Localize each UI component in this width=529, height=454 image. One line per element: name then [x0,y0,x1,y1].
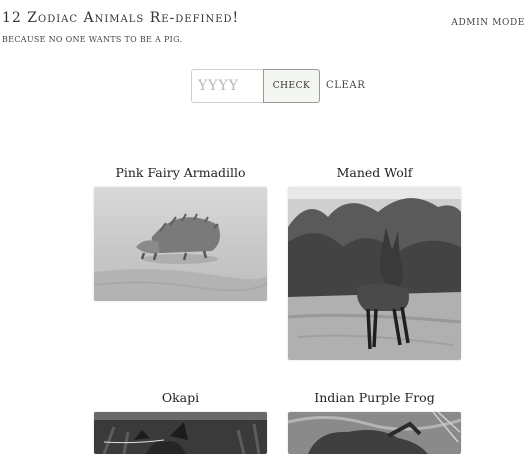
clear-link[interactable]: Clear [326,80,365,91]
admin-mode-link[interactable]: Admin Mode [451,18,525,28]
armadillo-photo [94,187,267,301]
animal-name: Indian Purple Frog [314,390,435,405]
year-form: Check [191,69,320,103]
okapi-photo [94,412,267,454]
year-input[interactable] [191,69,263,103]
tagline: because no one wants to be a pig. [2,35,183,44]
frog-photo [288,412,461,454]
site-title: 12 Zodiac Animals Re-defined! [2,10,240,26]
animal-name: Okapi [161,390,200,405]
animal-name: Maned Wolf [336,165,413,180]
wolf-photo [288,187,461,360]
check-button[interactable]: Check [263,69,320,103]
animal-name: Pink Fairy Armadillo [115,165,246,180]
